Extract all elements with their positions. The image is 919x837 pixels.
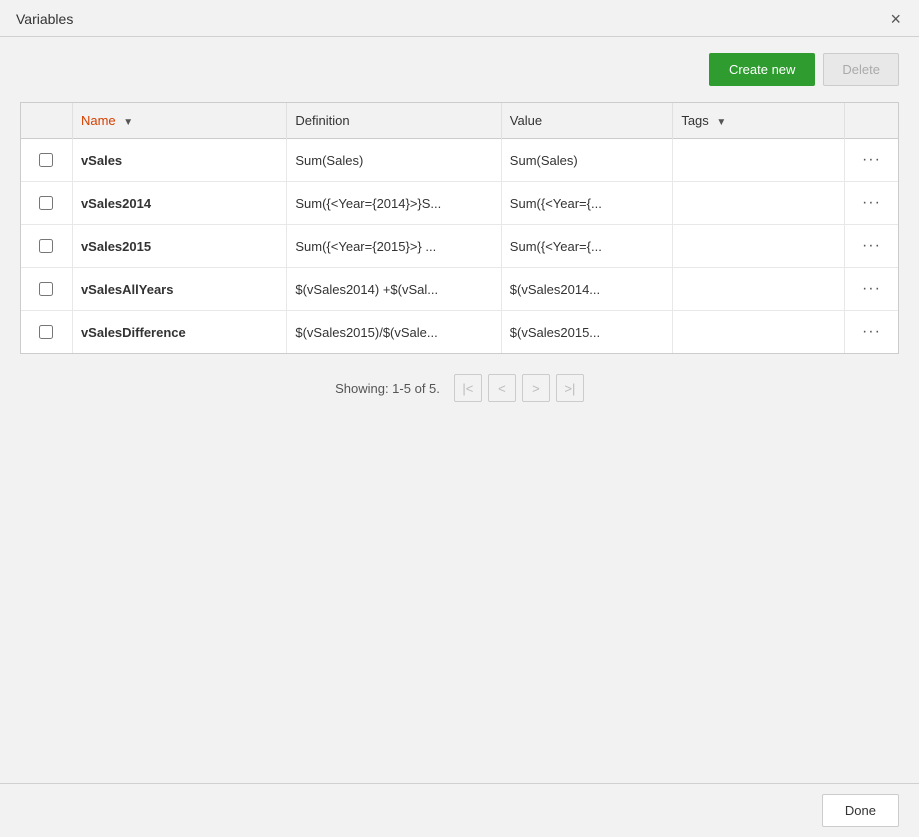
dialog-body: Create new Delete Name ▼ Definition (0, 37, 919, 783)
close-button[interactable]: × (888, 10, 903, 28)
table-row: vSales2015Sum({<Year={2015}>} ...Sum({<Y… (21, 225, 898, 268)
col-header-value: Value (501, 103, 673, 139)
row-checkbox-cell (21, 268, 72, 311)
dialog-header: Variables × (0, 0, 919, 37)
row-value: $(vSales2015... (501, 311, 673, 354)
col-header-definition: Definition (287, 103, 501, 139)
col-header-name: Name ▼ (72, 103, 286, 139)
row-value: $(vSales2014... (501, 268, 673, 311)
done-button[interactable]: Done (822, 794, 899, 827)
row-more-button[interactable]: ··· (858, 278, 885, 300)
row-definition: Sum({<Year={2015}>} ... (287, 225, 501, 268)
row-checkbox-cell (21, 311, 72, 354)
row-actions-cell: ··· (844, 311, 898, 354)
row-definition: Sum(Sales) (287, 139, 501, 182)
last-page-button[interactable]: >| (556, 374, 584, 402)
table-row: vSales2014Sum({<Year={2014}>}S...Sum({<Y… (21, 182, 898, 225)
toolbar: Create new Delete (20, 53, 899, 86)
row-checkbox-cell (21, 225, 72, 268)
row-value: Sum({<Year={... (501, 182, 673, 225)
row-checkbox[interactable] (39, 196, 53, 210)
row-checkbox[interactable] (39, 325, 53, 339)
row-tags (673, 268, 845, 311)
row-more-button[interactable]: ··· (858, 235, 885, 257)
variables-table: Name ▼ Definition Value Tags ▼ (21, 103, 898, 353)
row-checkbox[interactable] (39, 153, 53, 167)
table-row: vSalesAllYears$(vSales2014) +$(vSal...$(… (21, 268, 898, 311)
name-filter-icon[interactable]: ▼ (123, 117, 133, 128)
first-page-button[interactable]: |< (454, 374, 482, 402)
col-header-checkbox (21, 103, 72, 139)
col-header-actions (844, 103, 898, 139)
delete-button: Delete (823, 53, 899, 86)
row-definition: $(vSales2015)/$(vSale... (287, 311, 501, 354)
dialog-footer: Done (0, 783, 919, 837)
row-more-button[interactable]: ··· (858, 321, 885, 343)
next-page-button[interactable]: > (522, 374, 550, 402)
tags-filter-icon[interactable]: ▼ (716, 117, 726, 128)
row-actions-cell: ··· (844, 139, 898, 182)
row-tags (673, 182, 845, 225)
row-name: vSales (72, 139, 286, 182)
table-row: vSalesDifference$(vSales2015)/$(vSale...… (21, 311, 898, 354)
row-value: Sum({<Year={... (501, 225, 673, 268)
row-checkbox-cell (21, 182, 72, 225)
row-definition: $(vSales2014) +$(vSal... (287, 268, 501, 311)
row-value: Sum(Sales) (501, 139, 673, 182)
row-name: vSalesAllYears (72, 268, 286, 311)
dialog-title: Variables (16, 11, 73, 27)
create-new-button[interactable]: Create new (709, 53, 815, 86)
row-more-button[interactable]: ··· (858, 149, 885, 171)
row-name: vSalesDifference (72, 311, 286, 354)
row-more-button[interactable]: ··· (858, 192, 885, 214)
variables-dialog: Variables × Create new Delete Name ▼ (0, 0, 919, 837)
row-actions-cell: ··· (844, 268, 898, 311)
table-body: vSalesSum(Sales)Sum(Sales)···vSales2014S… (21, 139, 898, 354)
pagination-text: Showing: 1-5 of 5. (335, 381, 440, 396)
table-row: vSalesSum(Sales)Sum(Sales)··· (21, 139, 898, 182)
row-name: vSales2015 (72, 225, 286, 268)
pagination: Showing: 1-5 of 5. |< < > >| (20, 374, 899, 402)
table-header-row: Name ▼ Definition Value Tags ▼ (21, 103, 898, 139)
row-definition: Sum({<Year={2014}>}S... (287, 182, 501, 225)
variables-table-container: Name ▼ Definition Value Tags ▼ (20, 102, 899, 354)
row-tags (673, 225, 845, 268)
row-name: vSales2014 (72, 182, 286, 225)
row-checkbox[interactable] (39, 282, 53, 296)
row-checkbox-cell (21, 139, 72, 182)
col-header-tags: Tags ▼ (673, 103, 845, 139)
row-actions-cell: ··· (844, 182, 898, 225)
row-checkbox[interactable] (39, 239, 53, 253)
row-tags (673, 139, 845, 182)
row-tags (673, 311, 845, 354)
row-actions-cell: ··· (844, 225, 898, 268)
prev-page-button[interactable]: < (488, 374, 516, 402)
